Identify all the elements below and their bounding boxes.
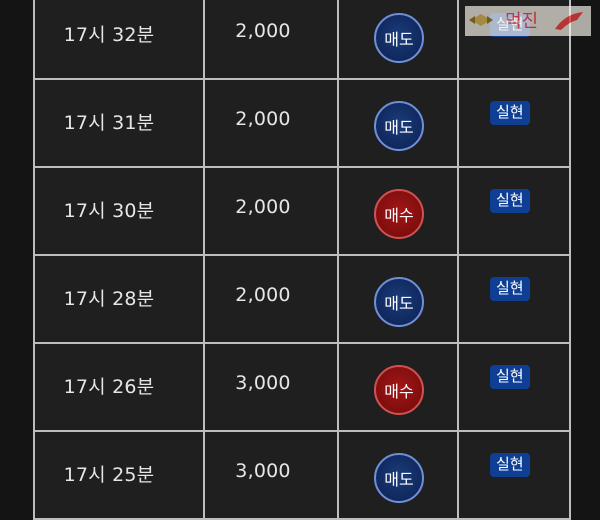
sell-badge: 매도 (374, 453, 424, 503)
sell-badge: 매도 (374, 101, 424, 151)
status-badge: 실현 (490, 101, 530, 125)
table-row: 17시 31분 2,000 매도 실현 (33, 80, 571, 168)
amount-cell: 3,000 (203, 344, 337, 430)
side-cell: 매도 (337, 0, 457, 78)
status-badge: 실현 (490, 365, 530, 389)
amount-text: 2,000 (235, 108, 291, 130)
table-row: 17시 28분 2,000 매도 실현 (33, 256, 571, 344)
amount-cell: 2,000 (203, 256, 337, 342)
time-cell: 17시 31분 (33, 80, 203, 166)
side-cell: 매도 (337, 80, 457, 166)
buy-badge: 매수 (374, 365, 424, 415)
status-badge: 실현 (490, 277, 530, 301)
amount-text: 3,000 (235, 372, 291, 394)
table-row: 17시 26분 3,000 매수 실현 (33, 344, 571, 432)
time-cell: 17시 25분 (33, 432, 203, 518)
watermark-logo: 먹진 (465, 6, 591, 36)
status-badge: 실현 (490, 453, 530, 477)
amount-text: 2,000 (235, 284, 291, 306)
status-badge: 실현 (490, 189, 530, 213)
status-cell: 실현 (457, 80, 571, 166)
amount-text: 2,000 (235, 20, 291, 42)
status-cell: 실현 (457, 432, 571, 518)
watermark-text: 먹진 (505, 11, 538, 32)
time-text: 17시 32분 (63, 24, 155, 46)
time-cell: 17시 30분 (33, 168, 203, 254)
amount-cell: 2,000 (203, 168, 337, 254)
buy-badge: 매수 (374, 189, 424, 239)
trade-history-view: 17시 32분 2,000 매도 실현 17시 31분 2,000 매도 실현 … (0, 0, 600, 520)
time-text: 17시 25분 (63, 464, 155, 486)
amount-text: 2,000 (235, 196, 291, 218)
status-cell: 실현 (457, 168, 571, 254)
time-cell: 17시 32분 (33, 0, 203, 78)
table-row: 17시 30분 2,000 매수 실현 (33, 168, 571, 256)
table-row: 17시 25분 3,000 매도 실현 (33, 432, 571, 520)
amount-cell: 2,000 (203, 80, 337, 166)
time-cell: 17시 26분 (33, 344, 203, 430)
time-text: 17시 30분 (63, 200, 155, 222)
side-cell: 매도 (337, 432, 457, 518)
trade-history-table: 17시 32분 2,000 매도 실현 17시 31분 2,000 매도 실현 … (33, 0, 571, 520)
amount-cell: 2,000 (203, 0, 337, 78)
status-cell: 실현 (457, 344, 571, 430)
time-text: 17시 31분 (63, 112, 155, 134)
sell-badge: 매도 (374, 13, 424, 63)
amount-text: 3,000 (235, 460, 291, 482)
time-text: 17시 28분 (63, 288, 155, 310)
amount-cell: 3,000 (203, 432, 337, 518)
time-cell: 17시 28분 (33, 256, 203, 342)
time-text: 17시 26분 (63, 376, 155, 398)
side-cell: 매수 (337, 168, 457, 254)
side-cell: 매수 (337, 344, 457, 430)
status-cell: 실현 (457, 256, 571, 342)
side-cell: 매도 (337, 256, 457, 342)
sell-badge: 매도 (374, 277, 424, 327)
